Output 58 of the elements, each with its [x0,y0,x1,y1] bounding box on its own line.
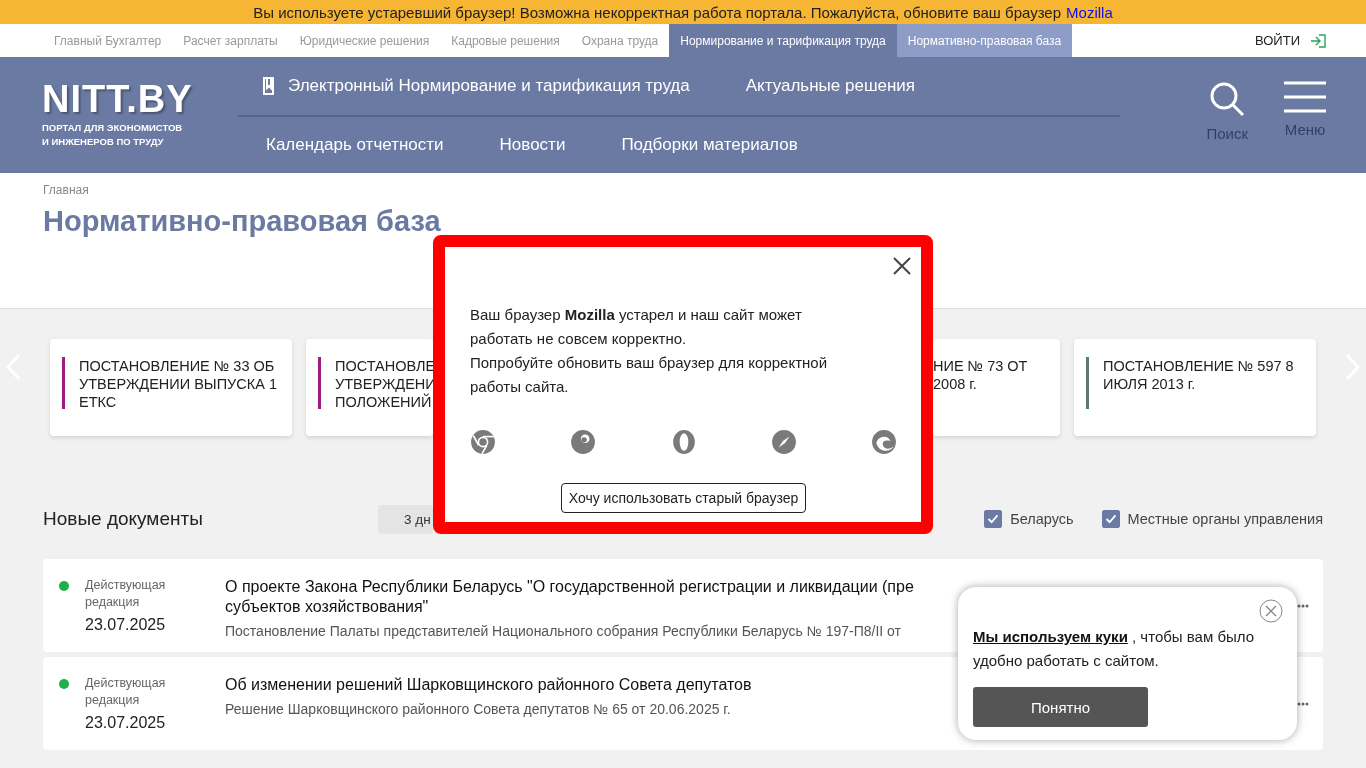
keep-old-browser-button[interactable]: Хочу использовать старый браузер [560,483,807,513]
login-icon[interactable] [1310,33,1326,48]
document-source: Решение Шарковщинского районного Совета депутатов № 65 от 20.06.2025 г. [225,701,731,717]
cookie-link[interactable]: Мы используем куки [973,628,1128,645]
more-icon[interactable] [1297,702,1309,706]
section-title: Новые документы [43,508,204,530]
menu-icon[interactable] [1284,81,1326,113]
header-nav-link[interactable]: Актуальные решения [745,76,916,96]
document-date: 23.07.2025 [85,616,167,634]
logo-tagline: ПОРТАЛ ДЛЯ ЭКОНОМИСТОВ И ИНЖЕНЕРОВ ПО ТРУДУ [42,121,184,149]
card-title: ПОСТАНОВЛЕ УТВЕРЖДЕНИ ПОЛОЖЕНИЙ [335,357,436,412]
status-label: Действующая редакция [85,577,167,611]
checkbox[interactable] [984,510,1003,528]
card-title: ПОСТАНОВЛЕНИЕ № 597 8 ИЮЛЯ 2013 г. [1103,357,1295,394]
document-card[interactable]: ПОСТАНОВЛЕНИЕ № 597 8 ИЮЛЯ 2013 г. [1074,339,1316,436]
warning-message: Ваш браузер Mozilla устарел и наш сайт может работать не совсем корректно. Попробуйте обновить ваш браузер для корректной работы сайта. [470,305,829,397]
card-title: ПОСТАНОВЛЕНИЕ № 33 ОБ УТВЕРЖДЕНИИ ВЫПУСКА 1 ЕТКС [79,357,278,412]
checkbox[interactable] [1101,510,1120,528]
top-nav-link[interactable]: Охрана труда [570,24,670,57]
menu-label[interactable]: Меню [1284,121,1326,138]
top-nav-link[interactable]: Кадровые решения [440,24,571,57]
accept-button[interactable]: Понятно [973,687,1148,727]
ring-icon[interactable] [470,429,496,455]
document-source: Постановление Палаты представителей Национального собрания Республики Беларусь № 197-П8/II от [225,623,901,639]
swirl-icon[interactable] [570,429,597,455]
document-card[interactable]: НИЕ № 73 ОТ 2008 г. [933,339,1060,436]
top-nav-link[interactable]: Главный Бухгалтер [43,24,173,57]
header-nav-link[interactable]: Новости [499,135,566,155]
wave-icon[interactable] [871,429,897,455]
period-tab[interactable]: 3 дн [378,504,433,534]
document-date: 23.07.2025 [85,714,167,732]
document-title[interactable]: О проекте Закона Республики Беларусь "О государственной регистрации и ликвидации (пре субъектов хозяйствования" [225,577,914,617]
login-link[interactable]: ВОЙТИ [1255,33,1300,48]
header-nav-link[interactable]: Календарь отчетности [266,135,444,155]
card-title: НИЕ № 73 ОТ 2008 г. [933,357,1028,394]
close-icon[interactable] [893,257,911,275]
page-title: Нормативно-правовая база [43,205,442,238]
oval-ring-icon[interactable] [670,429,697,455]
checkbox-label[interactable]: Местные органы управления [1127,511,1323,527]
browser-link[interactable]: Mozilla [1066,3,1113,21]
site-logo[interactable]: NITT.BY [42,79,238,119]
banner-text: Вы используете устаревший браузер! Возможна некорректная работа портала. Пожалуйста, обновите ваш браузер [253,3,1062,21]
header-nav-link[interactable]: Подборки материалов [621,135,798,155]
top-nav-link[interactable]: Нормативно-правовая база [896,24,1073,57]
compass-icon[interactable] [770,429,797,455]
document-card[interactable]: ПОСТАНОВЛЕНИЕ № 33 ОБ УТВЕРЖДЕНИИ ВЫПУСКА 1 ЕТКС [50,339,292,436]
top-nav-link[interactable]: Нормирование и тарификация труда [669,24,897,57]
document-card[interactable]: ПОСТАНОВЛЕ УТВЕРЖДЕНИ ПОЛОЖЕНИЙ [306,339,433,436]
top-nav-link[interactable]: Расчет зарплаты [172,24,289,57]
more-icon[interactable] [1297,604,1309,608]
top-nav-link[interactable]: Юридические решения [288,24,441,57]
status-label: Действующая редакция [85,675,167,709]
search-icon[interactable] [1209,81,1246,117]
checkbox-label[interactable]: Беларусь [1010,511,1074,527]
breadcrumb-link[interactable]: Главная [43,183,89,197]
document-title[interactable]: Об изменении решений Шарковщинского районного Совета депутатов [225,675,752,695]
search-label[interactable]: Поиск [1206,125,1248,142]
header-nav-link[interactable]: Электронный Нормирование и тарификация труда [288,76,690,96]
